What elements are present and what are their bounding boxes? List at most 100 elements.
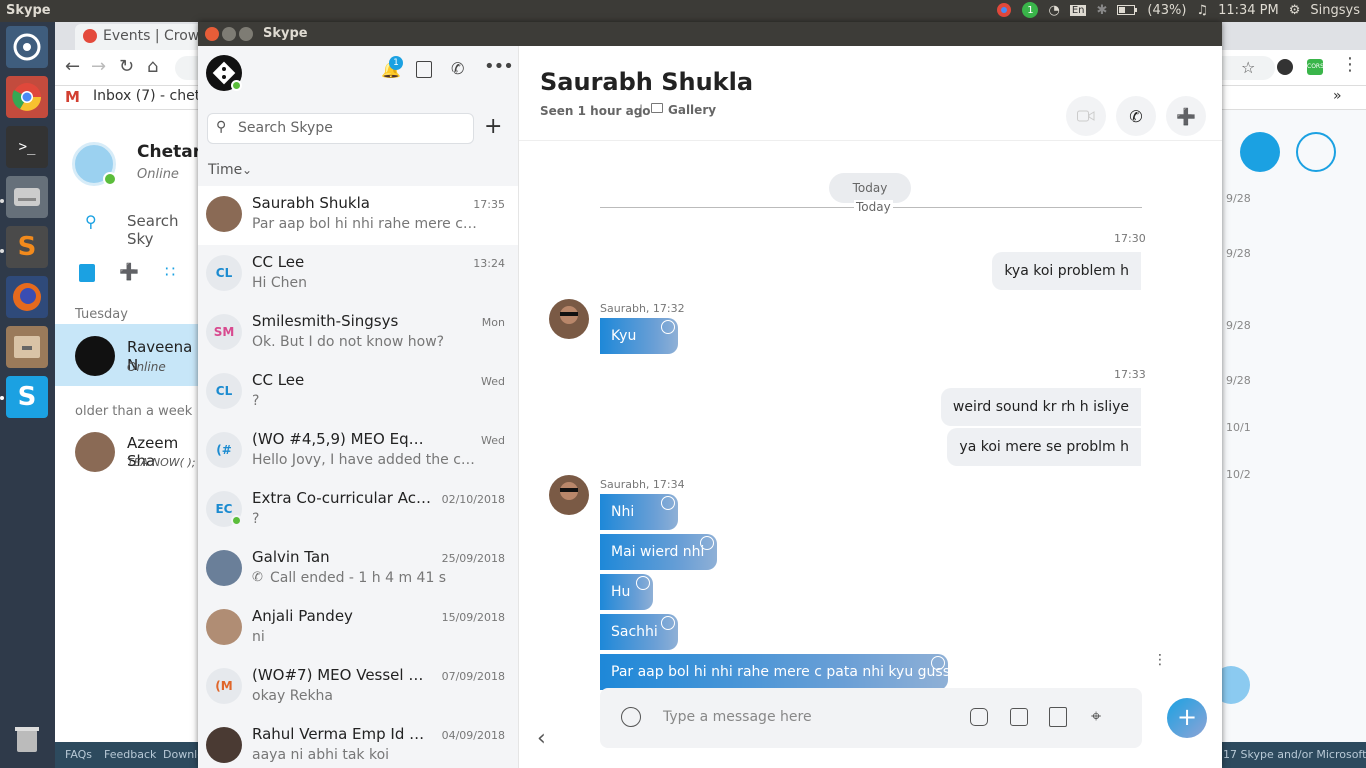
bg-search-icon[interactable]: ⚲ — [85, 212, 97, 231]
emoji-icon[interactable] — [621, 707, 641, 727]
bg-call-button[interactable] — [1240, 132, 1280, 172]
react-smiley-icon[interactable] — [636, 576, 650, 590]
home-icon[interactable]: ⌂ — [147, 56, 158, 77]
video-call-button[interactable] — [1066, 96, 1106, 136]
incoming-message[interactable]: Mai wierd nhi — [600, 534, 717, 570]
conversation-avatar[interactable]: CL — [206, 255, 242, 291]
close-window-button[interactable] — [205, 27, 219, 41]
message-input[interactable]: Type a message here — [663, 709, 812, 725]
conversation-avatar[interactable]: CL — [206, 373, 242, 409]
incoming-message[interactable]: Nhi — [600, 494, 678, 530]
bluetooth-icon[interactable]: ✱ — [1096, 3, 1107, 18]
update-tray-icon[interactable]: 1 — [1022, 2, 1039, 18]
react-smiley-icon[interactable] — [661, 616, 675, 630]
mojis-icon[interactable] — [1010, 708, 1028, 726]
contact-avatar[interactable] — [549, 475, 589, 515]
chrome-launcher-icon[interactable] — [6, 76, 48, 118]
minimize-window-button[interactable] — [222, 27, 236, 41]
react-smiley-icon[interactable] — [661, 496, 675, 510]
add-content-button[interactable]: + — [1167, 698, 1207, 738]
forward-icon[interactable]: → — [91, 56, 106, 77]
back-icon[interactable]: ← — [65, 56, 80, 77]
trash-icon[interactable] — [6, 718, 48, 760]
user-menu[interactable]: Singsys — [1310, 3, 1360, 18]
terminal-launcher-icon[interactable]: >_ — [6, 126, 48, 168]
keyboard-layout-indicator[interactable]: En — [1069, 4, 1087, 16]
sort-by-time[interactable]: Time — [208, 162, 242, 178]
volume-icon[interactable]: ♫ — [1196, 3, 1208, 18]
more-bookmarks-icon[interactable]: » — [1333, 88, 1342, 104]
search-box[interactable]: ⚲ Search Skype — [207, 113, 474, 144]
incoming-message[interactable]: Hu — [600, 574, 653, 610]
location-pin-icon[interactable]: ⌖ — [1091, 706, 1101, 727]
add-files-icon[interactable] — [1049, 707, 1067, 727]
footer-link-faqs[interactable]: FAQs — [65, 748, 92, 761]
call-dialpad-icon[interactable]: ✆ — [451, 59, 464, 78]
browser-tab[interactable]: Events | Crow — [75, 24, 205, 50]
bg-contacts-icon[interactable] — [79, 264, 95, 282]
conversation-row[interactable]: Anjali Pandey 15/09/2018 ni — [198, 599, 518, 658]
bg-dialpad-icon[interactable]: ∷ — [165, 262, 175, 281]
audio-call-button[interactable]: ✆ — [1116, 96, 1156, 136]
react-smiley-icon[interactable] — [700, 536, 714, 550]
gallery-link[interactable]: Gallery — [668, 103, 716, 117]
conversation-row[interactable]: (# (WO #4,5,9) MEO Equipment Li... Wed Hell… — [198, 422, 518, 481]
maximize-window-button[interactable] — [239, 27, 253, 41]
conversation-row[interactable]: Rahul Verma Emp Id 099 04/09/2018 aaya ni … — [198, 717, 518, 768]
chrome-tray-icon[interactable] — [996, 2, 1012, 18]
react-smiley-icon[interactable] — [661, 320, 675, 334]
conversation-row[interactable]: Saurabh Shukla 17:35 Par aap bol hi nhi ra… — [198, 186, 518, 245]
battery-icon[interactable] — [1117, 5, 1138, 15]
outgoing-message[interactable]: ya koi mere se problm h — [947, 428, 1141, 466]
extension-icon[interactable] — [1277, 59, 1293, 75]
outgoing-message[interactable]: kya koi problem h — [992, 252, 1141, 290]
search-input[interactable]: Search Skype — [238, 120, 333, 136]
bg-contact1-avatar[interactable] — [75, 336, 115, 376]
conversation-row[interactable]: CL CC Lee 13:24 Hi Chen — [198, 245, 518, 304]
wifi-icon[interactable]: ◔ — [1048, 3, 1059, 18]
sublime-launcher-icon[interactable]: S — [6, 226, 48, 268]
contacts-book-icon[interactable] — [416, 61, 432, 78]
firefox-launcher-icon[interactable] — [6, 276, 48, 318]
more-options-icon[interactable]: ••• — [484, 56, 514, 77]
bookmark-star-icon[interactable]: ☆ — [1241, 58, 1255, 77]
new-chat-plus-icon[interactable]: + — [484, 114, 502, 139]
message-more-options-icon[interactable]: ⋮ — [1153, 652, 1167, 668]
conversation-avatar[interactable]: (M — [206, 668, 242, 704]
ubuntu-dash-icon[interactable] — [6, 26, 48, 68]
gallery-icon[interactable] — [651, 103, 663, 113]
sticker-icon[interactable] — [970, 708, 988, 726]
conversation-avatar[interactable] — [206, 550, 242, 586]
bg-search-placeholder[interactable]: Search Sky — [127, 212, 200, 248]
skype-launcher-icon[interactable]: S — [6, 376, 48, 418]
conversation-row[interactable]: (M (WO#7) MEO Vessel Spec... 07/09/2018 oka… — [198, 658, 518, 717]
conversation-avatar[interactable] — [206, 727, 242, 763]
conversation-avatar[interactable]: SM — [206, 314, 242, 350]
reload-icon[interactable]: ↻ — [119, 56, 134, 77]
conversation-avatar[interactable] — [206, 196, 242, 232]
incoming-message[interactable]: Sachhi — [600, 614, 678, 650]
chevron-down-icon[interactable]: ⌄ — [242, 163, 252, 177]
collapse-panel-chevron-icon[interactable]: ‹ — [537, 726, 546, 751]
conversation-avatar[interactable]: (# — [206, 432, 242, 468]
clock[interactable]: 11:34 PM — [1218, 3, 1279, 18]
gear-icon[interactable]: ⚙ — [1289, 3, 1301, 18]
conversation-row[interactable]: Galvin Tan 25/09/2018 ✆ Call ended - 1 h 4 … — [198, 540, 518, 599]
cors-extension-icon[interactable]: CORS — [1307, 59, 1324, 75]
browser-menu-icon[interactable]: ⋮ — [1341, 54, 1359, 75]
conversation-row[interactable]: ECExtra Co-curricular Activit...02/10/20… — [198, 481, 518, 540]
conversation-row[interactable]: CL CC Lee Wed? — [198, 363, 518, 422]
bg-add-bot-icon[interactable]: ➕ — [119, 262, 139, 281]
disk-launcher-icon[interactable] — [6, 176, 48, 218]
incoming-message[interactable]: Kyu — [600, 318, 678, 354]
add-people-button[interactable]: ➕ — [1166, 96, 1206, 136]
conversation-row[interactable]: SM Smilesmith-Singsys Mon Ok. But I do not … — [198, 304, 518, 363]
incoming-message[interactable]: Par aap bol hi nhi rahe mere c pata nhi … — [600, 654, 980, 690]
react-smiley-icon[interactable] — [931, 656, 945, 670]
conversation-avatar[interactable] — [206, 609, 242, 645]
bg-contact2-avatar[interactable] — [75, 432, 115, 472]
chat-contact-name[interactable]: Saurabh Shukla — [540, 68, 753, 96]
bookmark-inbox[interactable]: Inbox (7) - cheta — [93, 88, 209, 104]
bg-add-people-button[interactable] — [1296, 132, 1336, 172]
footer-link-feedback[interactable]: Feedback — [104, 748, 156, 761]
